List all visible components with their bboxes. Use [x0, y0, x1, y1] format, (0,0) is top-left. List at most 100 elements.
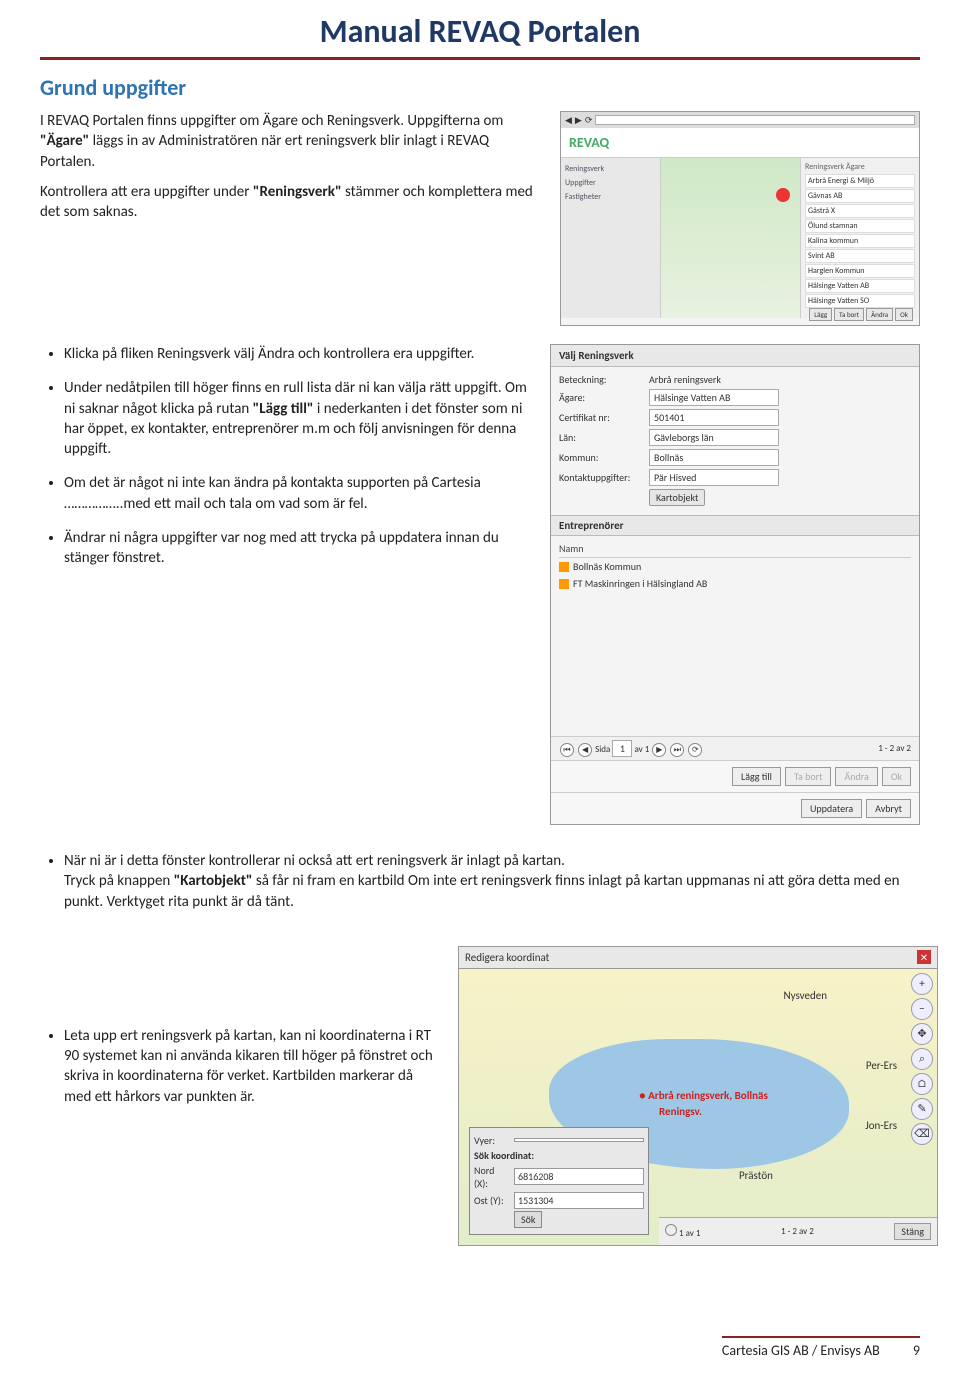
list-row: Gästrå X: [805, 204, 915, 218]
coord-panel: Vyer: Sök koordinat: Nord (X):6816208 Os…: [469, 1127, 649, 1235]
map-label: Reningsv.: [659, 1105, 702, 1118]
list-row: Hälsinge Vatten AB: [805, 279, 915, 293]
lbl-cert: Certifikat nr:: [559, 411, 649, 424]
sidebar-item: Uppgifter: [565, 176, 656, 190]
list-row: Arbrå Energi & Miljö: [805, 174, 915, 188]
refresh-icon: ⟳: [688, 743, 702, 757]
page-count: 1 - 2 av 2: [878, 743, 911, 754]
map-canvas: Nysveden Per-Ers Jon-Ers ● Arbrå renings…: [459, 969, 937, 1245]
revaq-logo: REVAQ: [561, 128, 919, 158]
footer-av: 1 av 1: [679, 1228, 700, 1239]
last-icon: ⏭: [670, 743, 684, 757]
footer-org: Cartesia GIS AB / Envisys AB: [722, 1342, 880, 1359]
doc-title: Manual REVAQ Portalen: [40, 12, 920, 60]
button-bar-2: Uppdatera Avbryt: [551, 792, 919, 824]
sidebar-item: Fastigheter: [565, 190, 656, 204]
sok-koordinat-hdr: Sök koordinat:: [474, 1149, 644, 1162]
bullet-5: När ni är i detta fönster kontrollerar n…: [64, 851, 920, 912]
btn: Ändra: [866, 308, 893, 321]
footer-count: 1 - 2 av 2: [781, 1226, 814, 1237]
intro-1a: I REVAQ Portalen finns uppgifter om Ägar…: [40, 112, 503, 130]
cell: FT Maskinringen i Hälsingland AB: [573, 577, 707, 590]
map-label: Nysveden: [784, 989, 827, 1002]
btn-avbryt: Avbryt: [866, 799, 911, 818]
lbl-lan: Län:: [559, 431, 649, 444]
btn-uppdatera: Uppdatera: [801, 799, 862, 818]
erase-icon: ⌫: [911, 1123, 933, 1145]
btn-stang: Stäng: [894, 1223, 931, 1240]
list-row: Harglen Kommun: [805, 264, 915, 278]
btn: Ta bort: [834, 308, 864, 321]
b2b: "Lägg till": [253, 400, 314, 418]
table-row: FT Maskinringen i Hälsingland AB: [559, 575, 911, 592]
page-of: av 1: [634, 744, 649, 755]
val-ost: 1531304: [514, 1192, 644, 1209]
intro-1c: läggs in av Administratören när ert reni…: [40, 132, 489, 170]
screenshot-map-editor: Redigera koordinat ✕ Nysveden Per-Ers Jo…: [458, 946, 938, 1246]
lbl-kontakt: Kontaktuppgifter:: [559, 471, 649, 484]
bullet-6: Leta upp ert reningsverk på kartan, kan …: [64, 1026, 440, 1107]
val-kontakt: Pär Hisved: [649, 469, 779, 486]
btn: Ok: [895, 308, 913, 321]
intro-2a: Kontrollera att era uppgifter under: [40, 183, 253, 201]
btn-ok: Ok: [882, 767, 911, 786]
sidebar-item: Reningsverk: [565, 162, 656, 176]
subheader-entreprenorer: Entreprenörer: [551, 515, 919, 536]
map-footer: 1 av 1 1 - 2 av 2 Stäng: [659, 1217, 937, 1245]
map-label: Per-Ers: [866, 1059, 897, 1072]
lbl-kommun: Kommun:: [559, 451, 649, 464]
intro-1b: "Ägare": [40, 132, 89, 150]
btn-andra: Ändra: [835, 767, 877, 786]
dialog-title: Välj Reningsverk: [551, 345, 919, 367]
val-cert: 501401: [649, 409, 779, 426]
btn-lagg-till: Lägg till: [732, 767, 781, 786]
screenshot-valj-reningsverk: Välj Reningsverk Beteckning:Arbrå rening…: [550, 344, 920, 825]
b5b2: "Kartobjekt": [174, 872, 253, 890]
browser-addr: ◀▶⟳: [561, 112, 919, 128]
screenshot-portal-overview: ◀▶⟳ REVAQ Reningsverk Uppgifter Fastighe…: [560, 111, 920, 326]
section-heading: Grund uppgifter: [40, 74, 920, 101]
button-row: Lägg Ta bort Ändra Ok: [809, 308, 913, 321]
pager: ⏮ ◀ Sida 1 av 1 ▶ ⏭ ⟳ 1 - 2 av 2: [551, 736, 919, 760]
map-dialog-title: Redigera koordinat: [465, 951, 549, 964]
intro-2b: "Reningsverk": [253, 183, 342, 201]
list-row: Kalina kommun: [805, 234, 915, 248]
sidebar: Reningsverk Uppgifter Fastigheter: [561, 158, 661, 318]
bullet-3: Om det är något ni inte kan ändra på kon…: [64, 473, 532, 514]
btn-sok: Sök: [514, 1211, 542, 1228]
page-input: 1: [612, 740, 632, 757]
table-row: Bollnäs Kommun: [559, 558, 911, 575]
btn: Lägg: [809, 308, 832, 321]
panel-header: Reningsverk Ägare: [805, 162, 915, 172]
val-agare: Hälsinge Vatten AB: [649, 389, 779, 406]
marker-text: Arbrå reningsverk, Bollnäs: [648, 1089, 768, 1102]
binoculars-icon: ⌕: [911, 1048, 933, 1070]
lbl-beteckning: Beteckning:: [559, 373, 649, 386]
first-icon: ⏮: [560, 743, 574, 757]
bullet-1: Klicka på fliken Reningsverk välj Ändra …: [64, 344, 532, 364]
page-number: 9: [913, 1342, 920, 1359]
bullet-4: Ändrar ni några uppgifter var nog med at…: [64, 528, 532, 569]
btn-kartobjekt: Kartobjekt: [649, 489, 705, 506]
list-row: Gävnas AB: [805, 189, 915, 203]
lbl-nord: Nord (X):: [474, 1164, 510, 1190]
pan-icon: ✥: [911, 1023, 933, 1045]
map-label: Prästön: [739, 1169, 773, 1182]
intro-paragraph: I REVAQ Portalen finns uppgifter om Ägar…: [40, 111, 542, 172]
zoom-out-icon: −: [911, 998, 933, 1020]
lbl-agare: Ägare:: [559, 391, 649, 404]
list-row: Ölund stamnan: [805, 219, 915, 233]
prev-icon: ◀: [578, 743, 592, 757]
draw-icon: ✎: [911, 1098, 933, 1120]
bullet-2: Under nedåtpilen till höger finns en rul…: [64, 378, 532, 459]
folder-icon: [559, 579, 569, 589]
mini-map: [661, 158, 801, 318]
intro-paragraph-2: Kontrollera att era uppgifter under "Ren…: [40, 182, 542, 223]
b5-line1: När ni är i detta fönster kontrollerar n…: [64, 852, 565, 870]
btn-ta-bort: Ta bort: [785, 767, 832, 786]
val-nord: 6816208: [514, 1168, 644, 1185]
folder-icon: [559, 562, 569, 572]
lbl-ost: Ost (Y):: [474, 1194, 510, 1207]
page-label: Sida: [595, 744, 610, 755]
val-lan: Gävleborgs län: [649, 429, 779, 446]
